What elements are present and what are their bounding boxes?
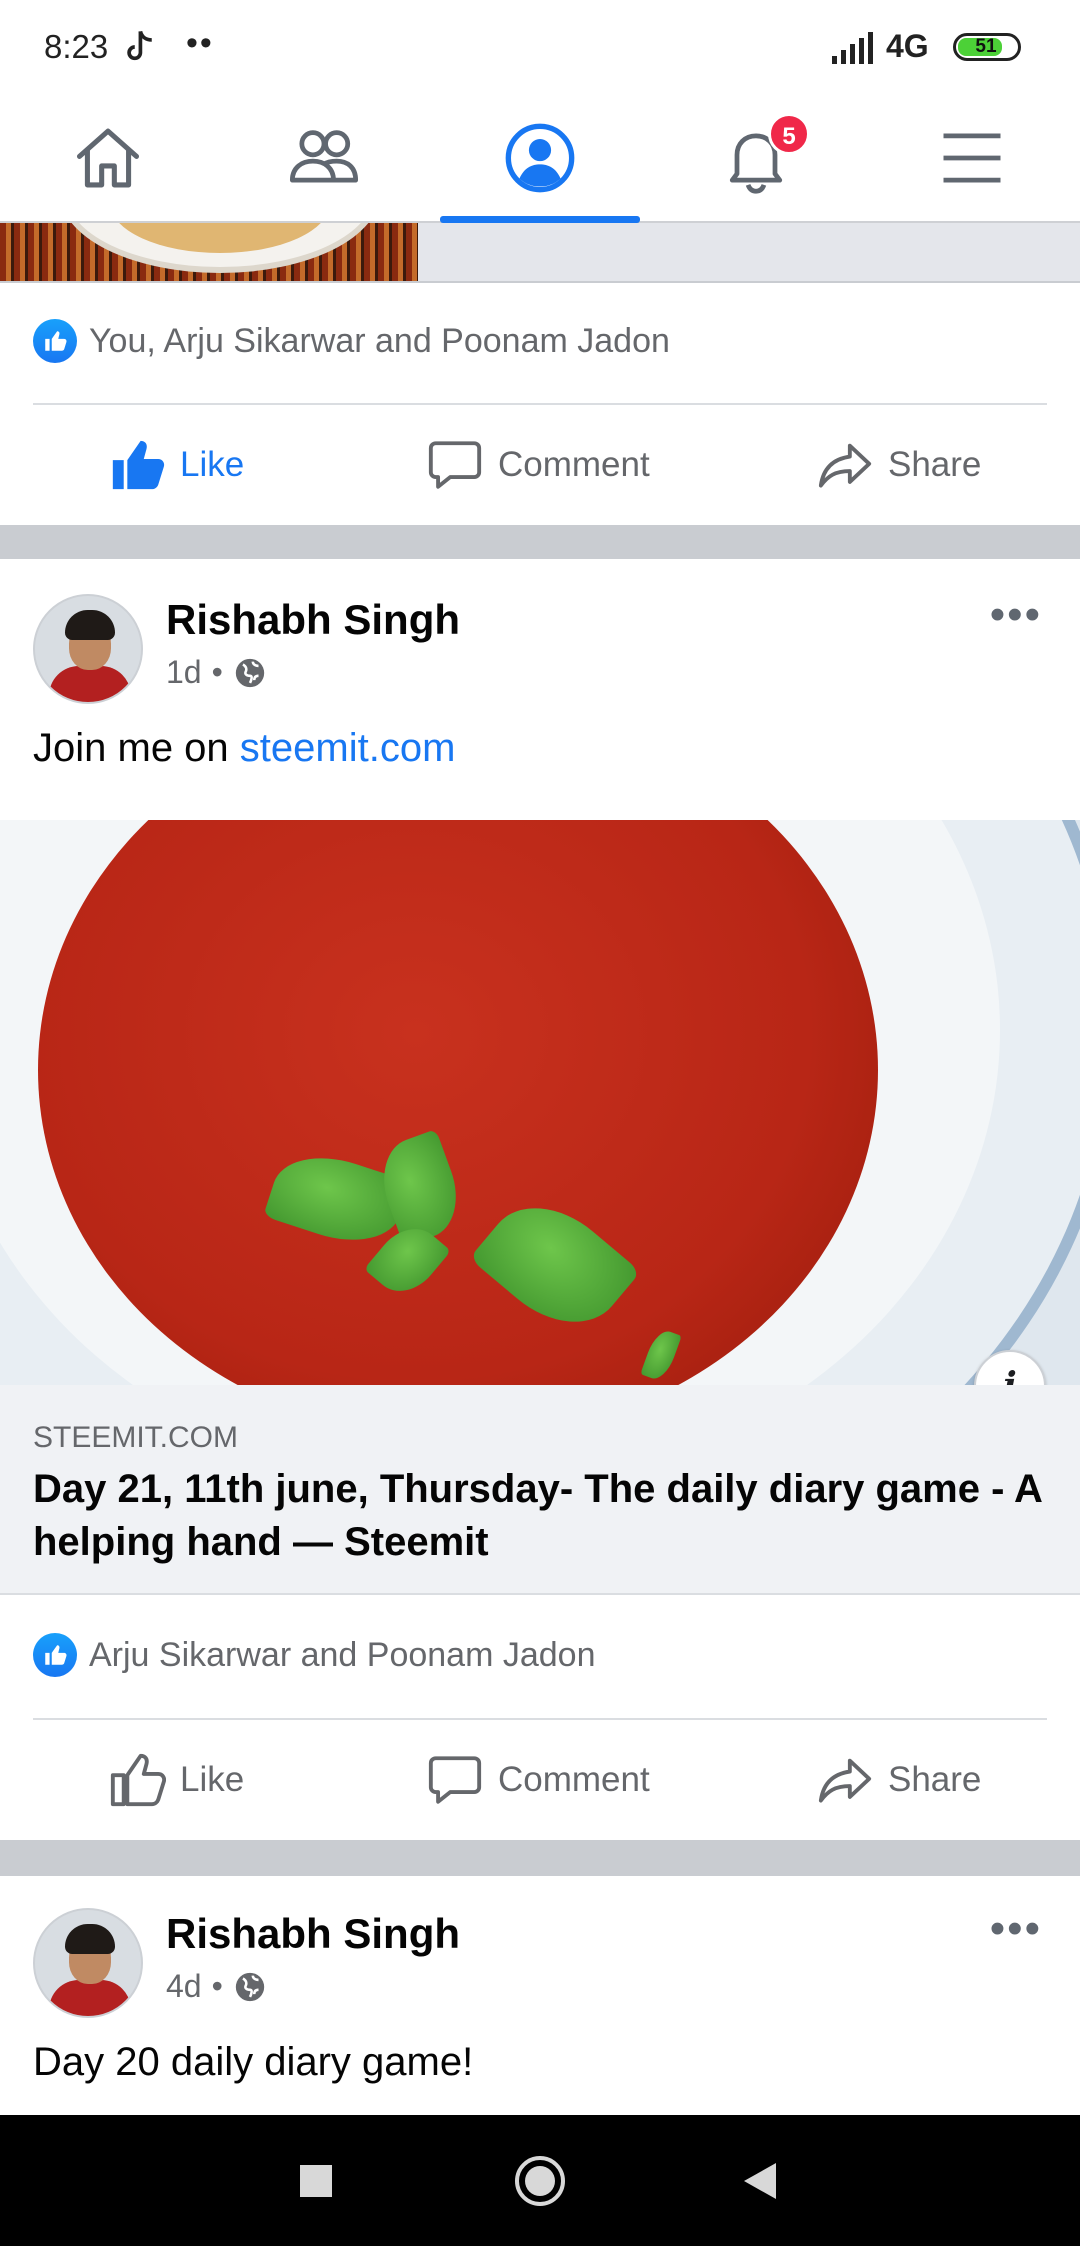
post-meta: 4d • [166,1968,267,2005]
share-icon [818,1758,872,1803]
link-preview-image[interactable] [0,820,1080,1385]
hamburger-menu-icon [943,133,1001,183]
more-options-button[interactable]: ••• [990,593,1042,637]
post-actions: Like Comment Share [0,1720,1080,1840]
system-navigation-bar [0,2115,1080,2246]
like-reaction-icon [33,1633,77,1677]
share-button[interactable]: Share [816,1720,981,1840]
globe-icon [235,658,264,687]
avatar[interactable] [33,594,143,704]
post-card: Rishabh Singh 4d • ••• Day 20 daily diar… [0,1876,1080,2115]
post-header: Rishabh Singh 4d • ••• [33,1907,1047,2028]
profile-icon [505,123,575,193]
news-feed[interactable]: You, Arju Sikarwar and Poonam Jadon Like… [0,223,1080,2115]
author-name[interactable]: Rishabh Singh [166,596,460,644]
recents-button[interactable] [266,2115,366,2246]
link-title: Day 21, 11th june, Thursday- The daily d… [33,1467,1042,1564]
home-system-button[interactable] [490,2115,590,2246]
battery-level: 51 [975,36,997,57]
post-header: Rishabh Singh 1d • ••• [33,593,1047,714]
like-button[interactable]: Like [108,1720,244,1840]
triangle-back-icon [744,2162,776,2199]
square-recents-icon [300,2164,332,2197]
like-reaction-icon [33,319,77,363]
status-bar: 8:23 •• 4G 51 [0,0,1080,95]
link-preview[interactable]: STEEMIT.COM Day 21, 11th june, Thursday-… [0,1385,1080,1595]
globe-icon [235,1972,264,2001]
back-button[interactable] [710,2115,810,2246]
nav-notifications[interactable]: 5 [656,95,856,221]
clock: 8:23 [44,28,109,65]
reactions-summary[interactable]: You, Arju Sikarwar and Poonam Jadon [33,316,670,366]
like-button[interactable]: Like [108,405,244,525]
more-options-button[interactable]: ••• [990,1907,1042,1951]
post-footer-1: You, Arju Sikarwar and Poonam Jadon Like… [0,283,1080,525]
reactions-summary[interactable]: Arju Sikarwar and Poonam Jadon [33,1630,596,1680]
friends-icon [289,130,359,183]
comment-icon [428,441,482,489]
post-time[interactable]: 4d [166,1968,202,2005]
post-text: Day 20 daily diary game! [33,2040,474,2084]
avatar[interactable] [33,1908,143,2018]
tiktok-icon [127,30,152,61]
circle-home-icon [515,2155,565,2206]
nav-friends[interactable] [224,95,424,221]
comment-button[interactable]: Comment [426,1720,650,1840]
previous-post-image[interactable] [0,223,1080,281]
notifications-badge: 5 [768,113,810,155]
nav-profile[interactable] [440,95,640,223]
thumbs-up-filled-icon [112,440,165,490]
post-text: Join me on steemit.com [33,726,456,770]
post-meta: 1d • [166,654,267,691]
notification-dots: •• [186,24,214,62]
battery-icon: 51 [953,33,1021,61]
post-card: Rishabh Singh 1d • ••• Join me on steemi… [0,559,1080,1840]
post-time[interactable]: 1d [166,654,202,691]
nav-menu[interactable] [872,95,1072,221]
signal-icon [832,32,873,64]
comment-button[interactable]: Comment [426,405,650,525]
post-link[interactable]: steemit.com [240,726,456,770]
link-domain: STEEMIT.COM [33,1421,239,1454]
comment-icon [428,1756,482,1804]
top-navigation: 5 [0,95,1080,223]
nav-home[interactable] [8,95,208,221]
post-actions: Like Comment Share [0,405,1080,525]
thumbs-up-icon [110,1753,166,1807]
network-type: 4G [886,28,929,64]
home-icon [76,128,140,188]
share-icon [818,443,872,488]
author-name[interactable]: Rishabh Singh [166,1910,460,1958]
share-button[interactable]: Share [816,405,981,525]
